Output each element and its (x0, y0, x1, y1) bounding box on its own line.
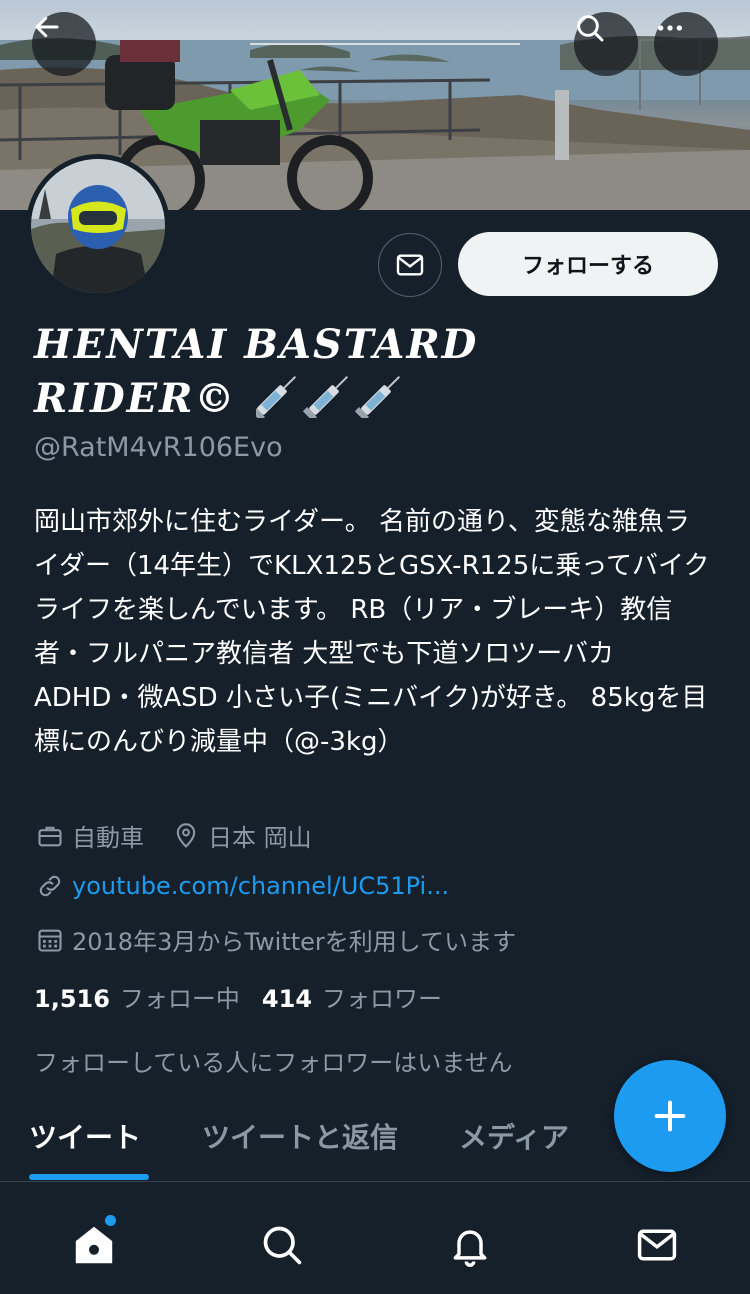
syringe-icon (251, 375, 401, 422)
mail-icon (637, 1229, 677, 1261)
back-button[interactable] (32, 12, 96, 76)
message-button[interactable] (378, 233, 442, 297)
nav-notifications[interactable] (446, 1221, 494, 1269)
link-icon (34, 870, 66, 902)
compose-tweet-button[interactable] (614, 1060, 726, 1172)
mutual-followers-note: フォローしている人にフォロワーはいません (34, 1049, 513, 1077)
more-button[interactable] (654, 12, 718, 76)
bottom-navigation (0, 1183, 750, 1294)
profile-link[interactable]: youtube.com/channel/UC51Pi... (72, 872, 449, 900)
nav-home[interactable] (70, 1221, 118, 1269)
search-icon (263, 1226, 302, 1265)
following-count: 1,516 (34, 985, 110, 1013)
calendar-icon (34, 924, 66, 956)
tab-tweets[interactable]: ツイート (29, 1116, 141, 1156)
followers-count: 414 (261, 985, 313, 1013)
location: 日本 岡山 (208, 824, 312, 852)
search-button[interactable] (574, 12, 638, 76)
following-link[interactable]: 1,516 フォロー中 (34, 979, 240, 1014)
bell-icon (453, 1230, 487, 1267)
following-label: フォロー中 (119, 985, 240, 1013)
meta-row-link: youtube.com/channel/UC51Pi... (34, 870, 449, 902)
home-icon (75, 1226, 113, 1264)
plus-icon (654, 1100, 686, 1132)
meta-row-category-location: 自動車 日本 岡山 (34, 818, 312, 853)
follow-counts: 1,516 フォロー中 414 フォロワー (34, 979, 442, 1014)
avatar-image (31, 159, 165, 293)
follow-button[interactable]: フォローする (458, 232, 718, 296)
followers-link[interactable]: 414 フォロワー (262, 979, 442, 1014)
handle: @RatM4vR106Evo (34, 432, 283, 463)
location-pin-icon (170, 820, 202, 852)
joined-date: 2018年3月からTwitterを利用しています (72, 928, 517, 956)
search-icon (577, 15, 604, 42)
active-tab-indicator (29, 1174, 149, 1180)
followers-label: フォロワー (322, 985, 443, 1013)
syringe-emoji-group (251, 372, 416, 432)
more-horizontal-icon (658, 25, 682, 31)
bio: 岡山市郊外に住むライダー。 名前の通り、変態な雑魚ライダー（14年生）でKLX1… (34, 507, 710, 757)
tab-tweets-and-replies[interactable]: ツイートと返信 (202, 1116, 398, 1156)
avatar[interactable] (26, 154, 170, 298)
nav-messages[interactable] (633, 1221, 681, 1269)
mail-icon (396, 254, 424, 276)
home-notification-dot (105, 1215, 116, 1226)
nav-search[interactable] (258, 1221, 306, 1269)
category: 自動車 (72, 824, 144, 852)
display-name-block: HENTAI BASTARD RIDER© (34, 318, 514, 432)
meta-row-joined: 2018年3月からTwitterを利用しています (34, 922, 516, 957)
arrow-left-icon (35, 16, 59, 38)
tab-media[interactable]: メディア (459, 1116, 569, 1156)
briefcase-icon (34, 820, 66, 852)
